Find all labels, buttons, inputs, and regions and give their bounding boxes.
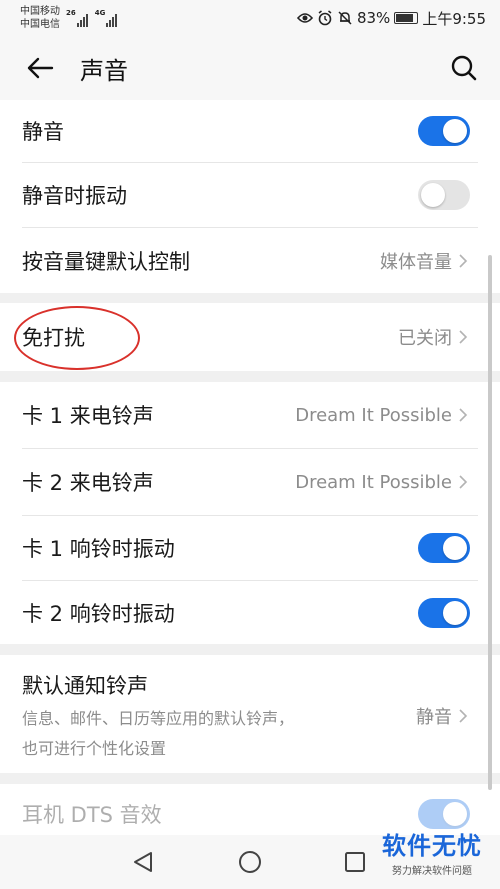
row-sim1-vibrate[interactable]: 卡 1 响铃时振动 [0,516,500,580]
search-icon [451,55,477,81]
settings-group-basic: 静音 静音时振动 按音量键默认控制 媒体音量 [0,100,500,293]
row-dnd[interactable]: 免打扰 已关闭 [0,303,500,371]
nav-recents-button[interactable] [338,845,372,879]
row-label: 默认通知铃声 [22,674,148,698]
row-description: 也可进行个性化设置 [22,739,167,758]
row-value: Dream It Possible [295,404,452,426]
row-label: 卡 2 来电铃声 [22,471,154,495]
row-sim1-ringtone[interactable]: 卡 1 来电铃声 Dream It Possible [0,382,500,448]
row-label: 卡 1 来电铃声 [22,404,154,428]
row-value: 已关闭 [398,328,452,349]
search-button[interactable] [428,36,500,100]
row-label: 卡 1 响铃时振动 [22,537,175,561]
row-value: 静音 [416,707,452,728]
row-volume-key[interactable]: 按音量键默认控制 媒体音量 [0,228,500,293]
signal-icon: 26 [66,9,89,27]
square-recents-icon [345,852,365,872]
battery-percent: 83% [356,9,391,27]
row-label: 静音时振动 [22,184,127,208]
carrier-2: 中国电信 [20,19,60,30]
sim2-vibrate-toggle[interactable] [418,597,470,628]
eye-icon [296,10,313,26]
mute-toggle[interactable] [418,116,470,146]
dts-toggle[interactable] [418,799,470,829]
nav-back-button[interactable] [126,845,160,879]
signal-icon: 4G [95,9,119,27]
watermark-logo: 软件无忧 努力解决软件问题 [382,826,482,877]
row-description: 信息、邮件、日历等应用的默认铃声， [22,709,295,728]
title-bar: 声音 [0,36,500,100]
chevron-right-icon [458,405,470,425]
row-value: Dream It Possible [295,471,452,493]
row-label: 免打扰 [22,326,85,350]
status-bar: 中国移动 中国电信 26 4G 83% 上午9:55 [0,0,500,36]
triangle-back-icon [134,852,152,872]
row-sim2-ringtone[interactable]: 卡 2 来电铃声 Dream It Possible [0,449,500,515]
chevron-right-icon [458,706,470,726]
chevron-right-icon [458,472,470,492]
carrier-names: 中国移动 中国电信 [20,5,60,31]
settings-group-dnd: 免打扰 已关闭 [0,303,500,371]
circle-home-icon [239,851,261,873]
row-vibrate-on-mute[interactable]: 静音时振动 [0,163,500,227]
row-label: 卡 2 响铃时振动 [22,601,175,626]
vibrate-on-mute-toggle[interactable] [418,180,470,210]
alarm-icon [317,10,333,26]
row-notification-tone[interactable]: 默认通知铃声 信息、邮件、日历等应用的默认铃声， 也可进行个性化设置 静音 [0,655,500,773]
arrow-left-icon [27,57,54,79]
settings-group-notification: 默认通知铃声 信息、邮件、日历等应用的默认铃声， 也可进行个性化设置 静音 [0,655,500,773]
settings-group-ringtones: 卡 1 来电铃声 Dream It Possible 卡 2 来电铃声 Drea… [0,382,500,644]
chevron-right-icon [458,327,470,347]
row-label: 静音 [22,120,64,144]
row-label: 按音量键默认控制 [22,249,190,274]
mute-bell-icon [337,10,353,26]
signal-1-tag: 26 [66,9,76,17]
row-mute[interactable]: 静音 [0,100,500,162]
carrier-1: 中国移动 [20,6,60,17]
nav-home-button[interactable] [233,845,267,879]
row-sim2-vibrate[interactable]: 卡 2 响铃时振动 [0,581,500,644]
scrollbar[interactable] [488,255,492,790]
row-label: 耳机 DTS 音效 [22,803,162,827]
chevron-right-icon [458,251,470,271]
watermark-title: 软件无忧 [382,832,482,860]
row-value: 媒体音量 [380,251,452,273]
battery-icon [394,12,419,24]
signal-2-tag: 4G [94,9,106,17]
back-button[interactable] [0,36,80,100]
sim1-vibrate-toggle[interactable] [418,533,470,563]
page-title: 声音 [80,56,128,85]
status-time: 上午9:55 [422,9,486,28]
watermark-subtitle: 努力解决软件问题 [392,866,472,877]
